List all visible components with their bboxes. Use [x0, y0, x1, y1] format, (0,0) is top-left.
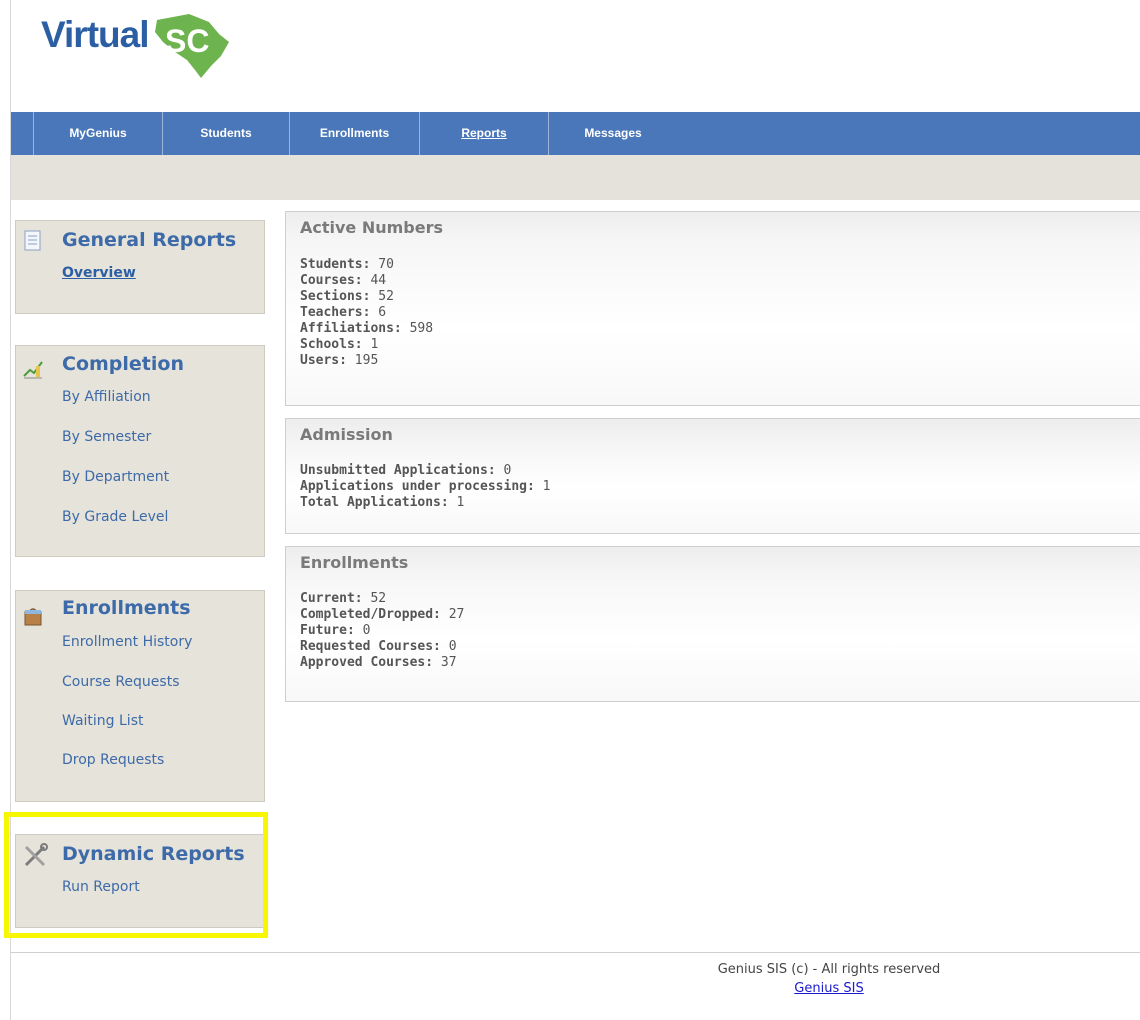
footer-divider: [11, 952, 1140, 953]
virtualsc-logo[interactable]: Virtual SC: [33, 6, 233, 86]
active-numbers-title: Active Numbers: [300, 218, 444, 237]
stat-row: Courses: 44: [300, 273, 387, 288]
general-reports-box: General Reports Overview: [15, 220, 265, 314]
enrollments-panel-title: Enrollments: [300, 553, 409, 572]
main-nav: MyGenius Students Enrollments Reports Me…: [11, 112, 1140, 155]
page: Virtual SC MyGenius Students Enrollments…: [4, 0, 1140, 1020]
stat-row: Affiliations: 598: [300, 321, 434, 336]
nav-reports[interactable]: Reports: [420, 112, 549, 155]
sidebar-link-by-grade-level[interactable]: By Grade Level: [62, 509, 168, 525]
footer-link-genius-sis[interactable]: Genius SIS: [679, 981, 979, 996]
south-carolina-state-icon: SC: [155, 14, 229, 78]
stat-row: Approved Courses: 37: [300, 655, 457, 670]
document-icon: [24, 230, 41, 251]
admission-title: Admission: [300, 425, 393, 444]
sidebar-link-course-requests[interactable]: Course Requests: [62, 674, 180, 690]
stat-row: Sections: 52: [300, 289, 394, 304]
enrollments-list: Current: 52 Completed/Dropped: 27 Future…: [300, 591, 464, 671]
sidebar-link-by-semester[interactable]: By Semester: [62, 429, 151, 445]
nav-mygenius[interactable]: MyGenius: [34, 112, 163, 155]
nav-messages[interactable]: Messages: [549, 112, 677, 155]
sidebar-link-enrollment-history[interactable]: Enrollment History: [62, 634, 192, 650]
chart-icon: [23, 361, 43, 379]
stat-row: Applications under processing: 1: [300, 479, 551, 494]
completion-box: Completion By Affiliation By Semester By…: [15, 345, 265, 557]
bag-icon: [24, 608, 42, 626]
active-numbers-panel: Active Numbers Students: 70 Courses: 44 …: [285, 211, 1140, 406]
stat-row: Students: 70: [300, 257, 394, 272]
highlight-box: [4, 812, 268, 938]
active-numbers-list: Students: 70 Courses: 44 Sections: 52 Te…: [300, 257, 433, 369]
nav-students[interactable]: Students: [163, 112, 290, 155]
sidebar-link-by-department[interactable]: By Department: [62, 469, 169, 485]
admission-list: Unsubmitted Applications: 0 Applications…: [300, 463, 550, 511]
stat-row: Teachers: 6: [300, 305, 387, 320]
enrollments-title: Enrollments: [62, 597, 191, 619]
stat-row: Unsubmitted Applications: 0: [300, 463, 512, 478]
enrollments-panel: Enrollments Current: 52 Completed/Droppe…: [285, 546, 1140, 702]
stat-row: Total Applications: 1: [300, 495, 465, 510]
stat-row: Users: 195: [300, 353, 379, 368]
footer-copyright: Genius SIS (c) - All rights reserved: [717, 962, 941, 977]
sidebar-link-drop-requests[interactable]: Drop Requests: [62, 752, 164, 768]
admission-panel: Admission Unsubmitted Applications: 0 Ap…: [285, 418, 1140, 534]
svg-text:SC: SC: [165, 23, 209, 59]
sub-toolbar: [11, 155, 1140, 200]
stat-row: Current: 52: [300, 591, 387, 606]
sidebar-link-waiting-list[interactable]: Waiting List: [62, 713, 143, 729]
nav-enrollments[interactable]: Enrollments: [290, 112, 420, 155]
stat-row: Future: 0: [300, 623, 371, 638]
logo-text: Virtual: [41, 14, 149, 55]
general-reports-title: General Reports: [62, 229, 237, 251]
completion-title: Completion: [62, 353, 184, 375]
sidebar-link-overview[interactable]: Overview: [62, 265, 136, 281]
stat-row: Completed/Dropped: 27: [300, 607, 465, 622]
sidebar-link-by-affiliation[interactable]: By Affiliation: [62, 389, 151, 405]
enrollments-box: Enrollments Enrollment History Course Re…: [15, 590, 265, 802]
stat-row: Requested Courses: 0: [300, 639, 457, 654]
stat-row: Schools: 1: [300, 337, 379, 352]
